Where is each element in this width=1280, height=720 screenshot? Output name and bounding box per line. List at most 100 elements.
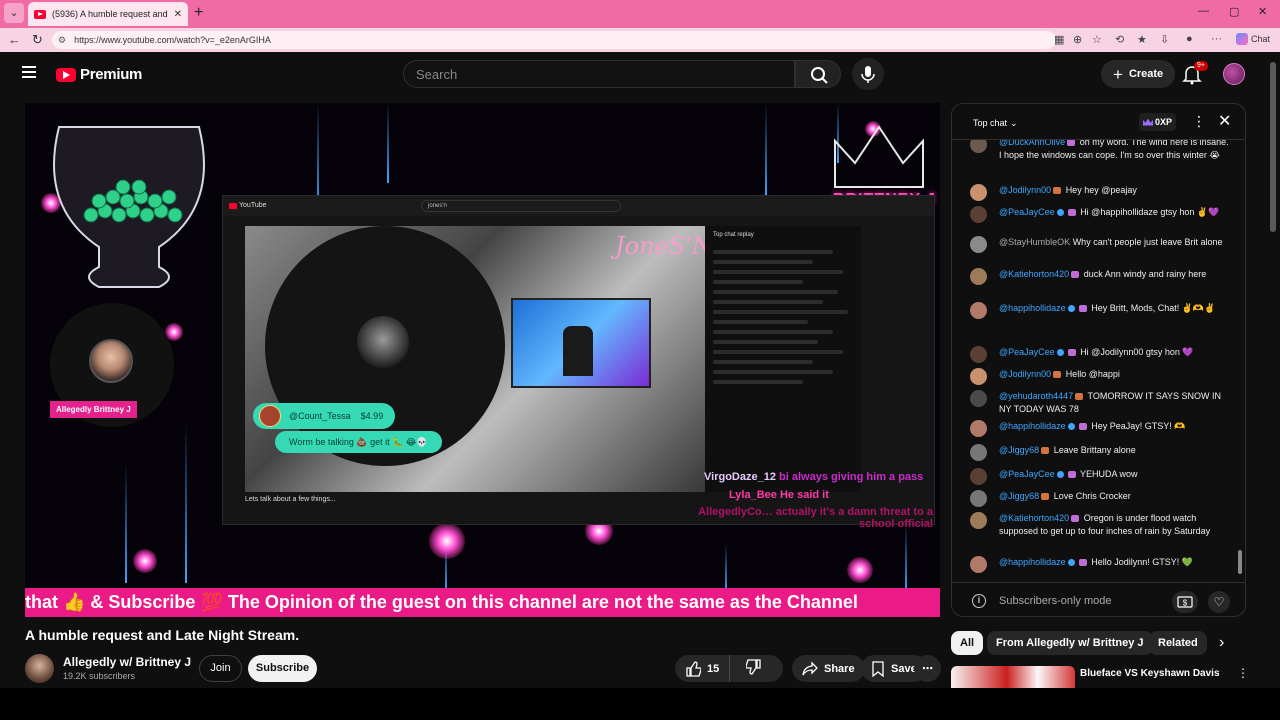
- voice-search-button[interactable]: [852, 58, 884, 90]
- chat-message: @yehudaroth4447 TOMORROW IT SAYS SNOW IN…: [970, 390, 1230, 416]
- chat-scrollbar[interactable]: [1238, 144, 1242, 580]
- chevron-right-icon[interactable]: ›: [1219, 634, 1224, 652]
- browser-tab[interactable]: (5936) A humble request and Late Night S…: [28, 2, 188, 26]
- like-dislike-group: 15: [675, 655, 783, 682]
- chat-avatar[interactable]: [970, 236, 987, 253]
- chat-author[interactable]: @Katiehorton420: [999, 269, 1069, 279]
- chip-all[interactable]: All: [951, 631, 984, 655]
- info-icon[interactable]: i: [972, 594, 986, 608]
- recommended-thumbnail[interactable]: [951, 666, 1075, 688]
- maximize-button[interactable]: ▢: [1229, 5, 1239, 18]
- chat-close-icon[interactable]: ✕: [1218, 111, 1231, 131]
- chat-author[interactable]: @happihollidaze: [999, 557, 1066, 567]
- inner-youtube-logo: YouTube: [229, 202, 267, 209]
- close-window-button[interactable]: ✕: [1258, 5, 1267, 18]
- new-tab-button[interactable]: +: [194, 4, 203, 22]
- chat-avatar[interactable]: [970, 268, 987, 285]
- share-button[interactable]: Share: [792, 655, 865, 682]
- chat-author[interactable]: @PeaJayCee: [999, 207, 1055, 217]
- chat-avatar[interactable]: [970, 556, 987, 573]
- mod-badge-icon: [1056, 349, 1064, 357]
- heart-icon[interactable]: ♡: [1208, 591, 1230, 613]
- chat-author[interactable]: @StayHumbleOK: [999, 237, 1070, 247]
- chat-author[interactable]: @DuckAnnOlive: [999, 140, 1065, 147]
- download-icon[interactable]: ⇩: [1160, 33, 1169, 46]
- chat-more-icon[interactable]: ⋮: [1192, 113, 1206, 130]
- channel-avatar[interactable]: [25, 654, 54, 683]
- chat-author[interactable]: @Jiggy68: [999, 445, 1039, 455]
- app-grid-icon[interactable]: ▦: [1054, 33, 1064, 46]
- join-button[interactable]: Join: [199, 655, 242, 682]
- back-button[interactable]: ←: [8, 32, 21, 48]
- chat-author[interactable]: @Jodilynn00: [999, 369, 1051, 379]
- chat-avatar[interactable]: [970, 444, 987, 461]
- copilot-chat-button[interactable]: Chat: [1236, 33, 1270, 45]
- create-button[interactable]: + Create: [1101, 60, 1176, 88]
- chat-avatar[interactable]: [970, 468, 987, 485]
- youtube-play-icon: [56, 67, 76, 82]
- subscribe-button[interactable]: Subscribe: [248, 655, 317, 682]
- chip-from-channel[interactable]: From Allegedly w/ Brittney J: [987, 631, 1153, 655]
- chat-avatar[interactable]: [970, 390, 987, 407]
- chat-author[interactable]: @PeaJayCee: [999, 469, 1055, 479]
- chat-avatar[interactable]: [970, 346, 987, 363]
- search-box[interactable]: [403, 60, 795, 88]
- overlay-chat-line: Lyla_Bee He said it: [729, 489, 829, 501]
- like-button[interactable]: 15: [675, 655, 731, 682]
- recommended-more-icon[interactable]: ⋮: [1237, 666, 1246, 680]
- crown-graphic: [834, 125, 924, 188]
- chat-text: Why can't people just leave Brit alone: [1072, 237, 1223, 247]
- chip-related[interactable]: Related: [1149, 631, 1207, 655]
- dislike-button[interactable]: [736, 659, 772, 678]
- menu-icon[interactable]: [22, 66, 36, 78]
- search-button[interactable]: [795, 60, 841, 88]
- chat-message: @Jodilynn00 Hello @happi: [970, 368, 1230, 385]
- minimize-button[interactable]: —: [1198, 5, 1209, 17]
- chat-avatar[interactable]: [970, 420, 987, 437]
- mod-badge-icon: [1056, 471, 1064, 479]
- search-input[interactable]: [416, 61, 794, 87]
- more-actions-button[interactable]: ⋯: [914, 655, 941, 682]
- channel-name[interactable]: Allegedly w/ Brittney J: [63, 655, 191, 669]
- chat-avatar[interactable]: [970, 490, 987, 507]
- chat-avatar[interactable]: [970, 302, 987, 319]
- address-bar[interactable]: ⚙ https://www.youtube.com/watch?v=_e2enA…: [52, 31, 1056, 49]
- page-scrollbar[interactable]: [1268, 56, 1278, 686]
- super-chat-button[interactable]: $: [1172, 591, 1198, 613]
- donor-name: @Count_Tessa: [289, 411, 351, 421]
- like-count: 15: [707, 662, 720, 675]
- chat-author[interactable]: @yehudaroth4447: [999, 391, 1073, 401]
- chat-author[interactable]: @PeaJayCee: [999, 347, 1055, 357]
- chat-author[interactable]: @Katiehorton420: [999, 513, 1069, 523]
- site-info-icon[interactable]: ⚙: [58, 35, 66, 46]
- tab-search-button[interactable]: ⌄: [4, 3, 24, 23]
- recommended-video[interactable]: Blueface VS Keyshawn Davis ⋮: [951, 664, 1246, 688]
- inner-picture-in-picture: [511, 298, 651, 388]
- video-player[interactable]: Allegedly Brittney J BRITTNEY J YouTube …: [25, 103, 940, 617]
- chat-avatar[interactable]: [970, 206, 987, 223]
- recommended-title[interactable]: Blueface VS Keyshawn Davis: [1080, 668, 1220, 679]
- youtube-logo[interactable]: Premium: [56, 66, 142, 83]
- favorites-icon[interactable]: ★: [1137, 33, 1147, 46]
- chat-avatar[interactable]: [970, 184, 987, 201]
- chat-author[interactable]: @happihollidaze: [999, 421, 1066, 431]
- xp-chip[interactable]: 0XP: [1139, 113, 1177, 131]
- profile-icon[interactable]: ●: [1186, 33, 1193, 45]
- account-avatar[interactable]: [1223, 63, 1245, 85]
- chat-mode-dropdown[interactable]: Top chat ⌄: [970, 115, 1018, 129]
- tab-close-icon[interactable]: ✕: [174, 9, 182, 20]
- chat-author[interactable]: @Jodilynn00: [999, 185, 1051, 195]
- more-dots-icon: ⋯: [922, 663, 933, 675]
- chat-avatar[interactable]: [970, 140, 987, 153]
- chat-avatar[interactable]: [970, 368, 987, 385]
- chat-author[interactable]: @happihollidaze: [999, 303, 1066, 313]
- more-menu-icon[interactable]: ···: [1211, 33, 1222, 45]
- zoom-icon[interactable]: ⊕: [1073, 33, 1082, 46]
- chat-author[interactable]: @Jiggy68: [999, 491, 1039, 501]
- mod-badge-icon: [1067, 305, 1075, 313]
- chat-avatar[interactable]: [970, 512, 987, 529]
- reload-button[interactable]: ↻: [32, 32, 43, 48]
- favorite-star-icon[interactable]: ☆: [1092, 33, 1102, 46]
- extension-icon[interactable]: ⟲: [1115, 33, 1124, 46]
- chat-message-list: @DuckAnnOlive oh my word. The wind here …: [952, 140, 1234, 580]
